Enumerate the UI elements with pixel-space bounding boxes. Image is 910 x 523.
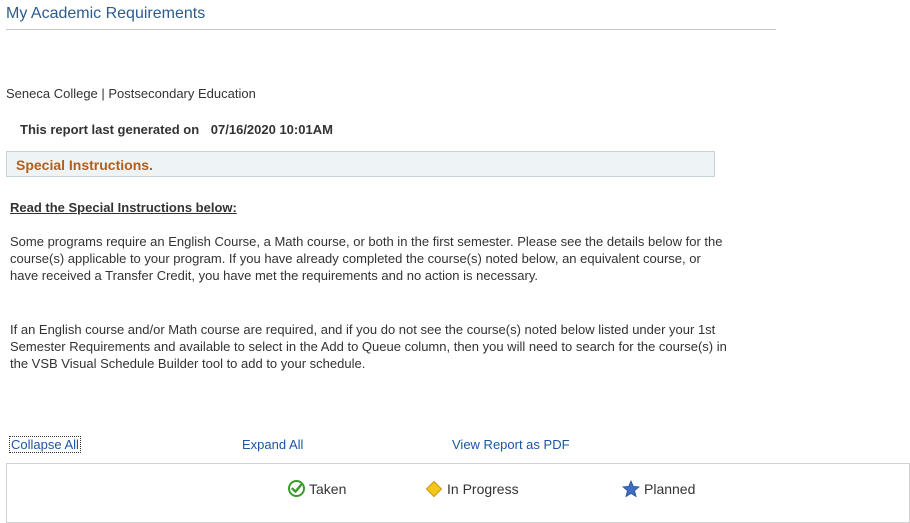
check-circle-icon <box>288 480 305 497</box>
instructions-paragraph-2: If an English course and/or Math course … <box>10 322 727 371</box>
read-instructions-heading: Read the Special Instructions below: <box>10 200 237 215</box>
report-generated-date: 07/16/2020 10:01AM <box>210 122 333 137</box>
view-report-pdf-link[interactable]: View Report as PDF <box>452 437 570 452</box>
legend-in-progress-label: In Progress <box>447 481 519 497</box>
report-generated-label: This report last generated on <box>20 122 200 137</box>
legend-taken-label: Taken <box>309 480 347 497</box>
diamond-icon <box>425 480 443 498</box>
page-title: My Academic Requirements <box>6 5 206 22</box>
title-divider <box>6 29 776 30</box>
report-generated: This report last generated on 07/16/2020… <box>20 122 333 137</box>
institution-label: Seneca College | Postsecondary Education <box>6 86 256 101</box>
expand-all-link[interactable]: Expand All <box>242 437 303 452</box>
legend-planned-label: Planned <box>644 481 696 497</box>
instructions-paragraph-1: Some programs require an English Course,… <box>10 234 723 283</box>
legend-planned: Planned <box>622 480 695 498</box>
star-icon <box>622 480 640 498</box>
special-instructions-title: Special Instructions. <box>16 157 153 173</box>
special-instructions-header: Special Instructions. <box>6 151 715 177</box>
collapse-all-link[interactable]: Collapse All <box>9 436 81 453</box>
legend-taken: Taken <box>288 480 346 497</box>
legend-in-progress: In Progress <box>425 480 519 498</box>
